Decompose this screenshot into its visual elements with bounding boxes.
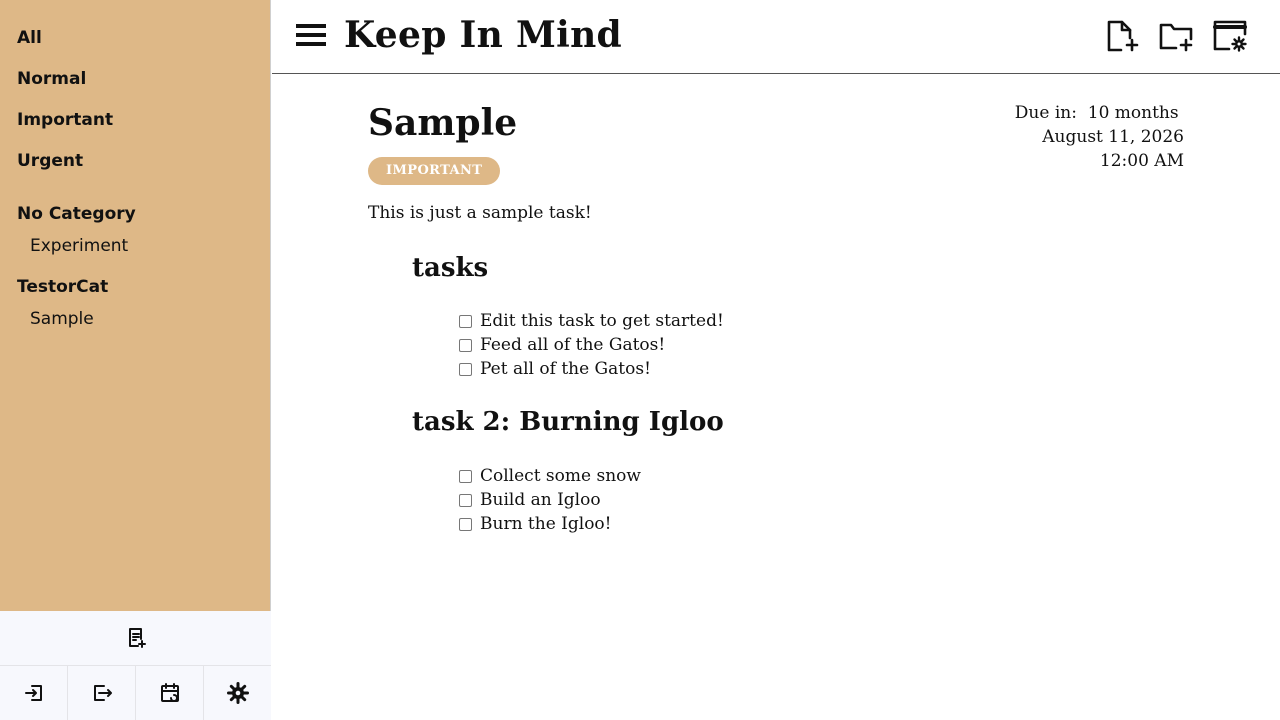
due-relative: 10 months bbox=[1087, 103, 1179, 123]
task-section: tasks Edit this task to get started! Fee… bbox=[412, 253, 724, 379]
add-note-icon bbox=[128, 628, 146, 648]
checkbox[interactable] bbox=[459, 338, 472, 352]
checklist-item-label: Burn the Igloo! bbox=[480, 514, 612, 534]
filter-urgent[interactable]: Urgent bbox=[17, 149, 270, 190]
task-detail: Sample IMPORTANT Due in: 10 months Augus… bbox=[272, 75, 1280, 720]
task-section: task 2: Burning Igloo Collect some snow … bbox=[412, 407, 724, 534]
new-category-button[interactable] bbox=[1158, 18, 1194, 54]
app-header: Keep In Mind bbox=[272, 0, 1280, 74]
gear-icon bbox=[226, 682, 249, 704]
window-settings-icon bbox=[1213, 20, 1247, 52]
checklist-item-label: Feed all of the Gatos! bbox=[480, 335, 666, 355]
sidebar: All Normal Important Urgent No Category … bbox=[0, 0, 271, 720]
due-date: August 11, 2026 bbox=[1042, 127, 1184, 147]
due-time: 12:00 AM bbox=[1099, 151, 1184, 171]
new-file-icon bbox=[1107, 20, 1139, 52]
checklist: Edit this task to get started! Feed all … bbox=[459, 309, 724, 381]
checklist-item: Build an Igloo bbox=[459, 488, 641, 512]
app-title: Keep In Mind bbox=[344, 14, 623, 56]
new-task-button[interactable] bbox=[1104, 18, 1140, 54]
checkbox[interactable] bbox=[459, 314, 472, 328]
sidebar-nav: All Normal Important Urgent No Category … bbox=[17, 26, 270, 348]
login-button[interactable] bbox=[0, 666, 68, 720]
checkbox[interactable] bbox=[459, 362, 472, 376]
new-folder-icon bbox=[1159, 23, 1193, 52]
checklist-item: Burn the Igloo! bbox=[459, 512, 641, 536]
checklist-item: Collect some snow bbox=[459, 464, 641, 488]
calendar-sync-button[interactable] bbox=[136, 666, 204, 720]
checklist-item-label: Edit this task to get started! bbox=[480, 311, 724, 331]
filter-all[interactable]: All bbox=[17, 26, 270, 67]
checklist-item: Edit this task to get started! bbox=[459, 309, 724, 333]
checkbox[interactable] bbox=[459, 469, 472, 483]
category-heading: TestorCat bbox=[17, 277, 109, 297]
sidebar-toolbar bbox=[0, 611, 271, 720]
checkbox[interactable] bbox=[459, 517, 472, 531]
checklist-item-label: Build an Igloo bbox=[480, 490, 601, 510]
category-heading: No Category bbox=[17, 204, 136, 224]
sidebar-item-sample[interactable]: Sample bbox=[17, 307, 270, 348]
task-title: Sample bbox=[368, 102, 518, 144]
hamburger-menu-icon[interactable] bbox=[296, 18, 326, 54]
window-settings-button[interactable] bbox=[1212, 18, 1248, 54]
checkbox[interactable] bbox=[459, 493, 472, 507]
due-label: Due in: bbox=[1014, 103, 1077, 123]
checklist-item: Feed all of the Gatos! bbox=[459, 333, 724, 357]
checklist: Collect some snow Build an Igloo Burn th… bbox=[459, 464, 641, 536]
checklist-item-label: Pet all of the Gatos! bbox=[480, 359, 651, 379]
priority-badge: IMPORTANT bbox=[368, 157, 501, 185]
logout-button[interactable] bbox=[68, 666, 136, 720]
checklist-item-label: Collect some snow bbox=[480, 466, 641, 486]
section-title: task 2: Burning Igloo bbox=[412, 407, 724, 437]
calendar-sync-icon bbox=[160, 683, 179, 702]
logout-icon bbox=[93, 685, 112, 701]
filter-normal[interactable]: Normal bbox=[17, 67, 270, 108]
login-icon bbox=[24, 685, 42, 701]
add-note-button[interactable] bbox=[0, 611, 271, 666]
due-relative-row: Due in: 10 months bbox=[1015, 101, 1184, 125]
filter-important[interactable]: Important bbox=[17, 108, 270, 149]
due-info: Due in: 10 months August 11, 2026 12:00 … bbox=[1015, 101, 1184, 173]
header-actions bbox=[1104, 18, 1248, 54]
task-description: This is just a sample task! bbox=[368, 203, 592, 223]
section-title: tasks bbox=[412, 253, 489, 283]
settings-button[interactable] bbox=[204, 666, 271, 720]
checklist-item: Pet all of the Gatos! bbox=[459, 357, 724, 381]
sidebar-item-experiment[interactable]: Experiment bbox=[17, 234, 270, 275]
